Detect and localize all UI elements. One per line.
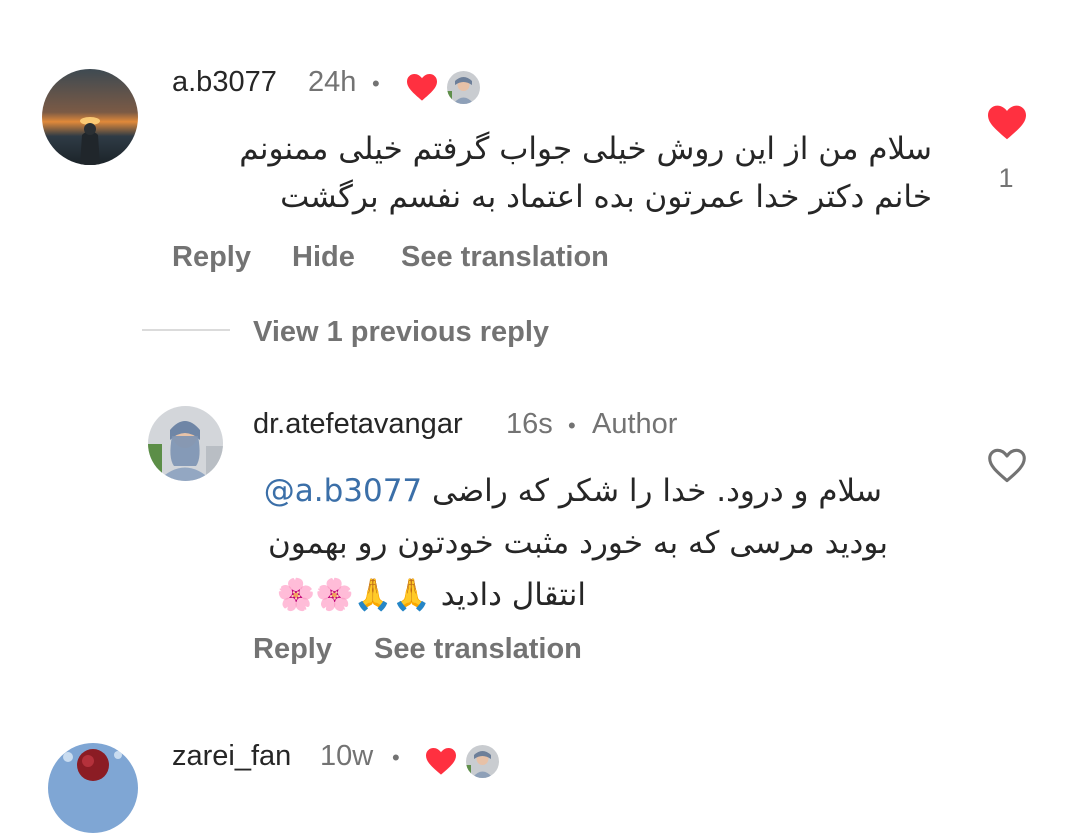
creator-avatar-small bbox=[447, 71, 480, 104]
meta-separator: • bbox=[392, 745, 400, 770]
author-badge: Author bbox=[592, 408, 678, 440]
reply-text-part: سلام و درود. خدا را شکر که راضی bbox=[432, 473, 882, 509]
reply-button[interactable]: Reply bbox=[253, 633, 332, 666]
comment-username[interactable]: zarei_fan bbox=[172, 740, 291, 773]
reply-text-line-1: سلام و درود. خدا را شکر که راضی @a.b3077 bbox=[264, 467, 882, 515]
comment-username[interactable]: a.b3077 bbox=[172, 66, 277, 99]
replies-divider bbox=[142, 329, 230, 331]
creator-avatar-small bbox=[466, 745, 499, 778]
avatar[interactable] bbox=[48, 743, 138, 833]
creator-liked-heart-icon bbox=[424, 746, 458, 776]
meta-separator: • bbox=[372, 71, 380, 96]
see-translation-button[interactable]: See translation bbox=[401, 241, 609, 274]
avatar[interactable] bbox=[42, 69, 138, 165]
reply-time: 16s bbox=[506, 408, 553, 440]
meta-separator: • bbox=[568, 413, 576, 438]
reply-button[interactable]: Reply bbox=[172, 241, 251, 274]
reply-text-line-2: بودید مرسی که به خورد مثبت خودتون رو بهم… bbox=[268, 525, 888, 561]
creator-liked-heart-icon bbox=[405, 72, 439, 102]
see-translation-button[interactable]: See translation bbox=[374, 633, 582, 666]
comment-text-line-1: سلام من از این روش خیلی جواب گرفتم خیلی … bbox=[239, 131, 932, 167]
avatar[interactable] bbox=[148, 406, 223, 481]
mention-link[interactable]: @a.b3077 bbox=[264, 473, 422, 509]
comment-text-line-2: خانم دکتر خدا عمرتون بده اعتماد به نفسم … bbox=[280, 179, 932, 215]
like-heart-icon[interactable] bbox=[986, 103, 1028, 141]
comment-time: 10w bbox=[320, 740, 374, 772]
like-heart-outline-icon[interactable] bbox=[986, 446, 1028, 484]
view-previous-replies-button[interactable]: View 1 previous reply bbox=[253, 316, 549, 349]
reply-text-line-3: انتقال دادید 🙏🙏🌸🌸 bbox=[276, 577, 586, 613]
hide-button[interactable]: Hide bbox=[292, 241, 355, 274]
like-count: 1 bbox=[998, 163, 1014, 193]
comment-time: 24h bbox=[308, 66, 357, 98]
reply-username[interactable]: dr.atefetavangar bbox=[253, 408, 463, 441]
